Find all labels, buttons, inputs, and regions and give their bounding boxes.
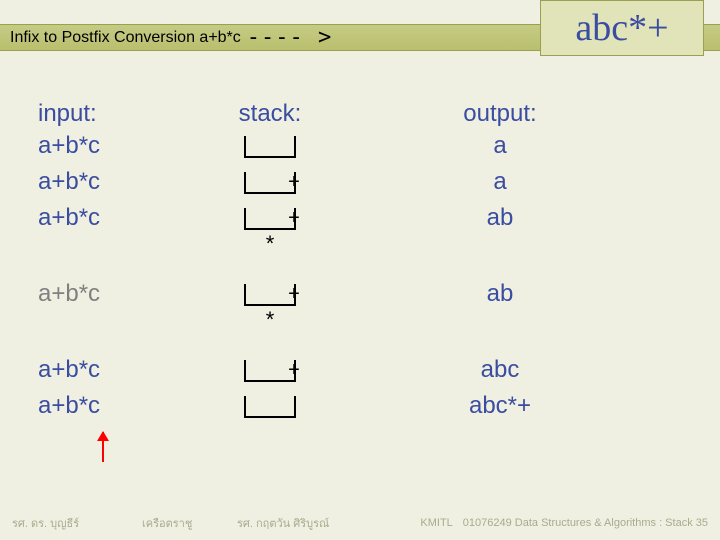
result-box: abc*+	[540, 0, 704, 56]
header-input: input:	[0, 100, 170, 128]
input-cell: a+b*c	[0, 280, 170, 308]
title-text: Infix to Postfix Conversion a+b*c	[10, 29, 241, 47]
table-row: a+b*c abc*+	[0, 392, 720, 420]
footer: รศ. ดร. บุญธีร์ เครือตราชู รศ. กฤตวัน ศิ…	[0, 514, 720, 532]
footer-author2: รศ. กฤตวัน ศิริบูรณ์	[237, 514, 403, 532]
stack-cell: + *	[170, 204, 370, 256]
stack-tray	[244, 396, 296, 418]
table-row: a+b*c a	[0, 132, 720, 160]
output-cell: abc	[370, 356, 630, 384]
stack-symbol: +	[270, 360, 318, 380]
content: input: stack: output: a+b*c a a+b*c + a …	[0, 100, 720, 420]
stack-tray: +	[244, 172, 296, 194]
output-cell: ab	[370, 204, 630, 232]
output-cell: a	[370, 132, 630, 160]
stack-cell: +	[170, 356, 370, 384]
input-cell: a+b*c	[0, 132, 170, 160]
output-cell: abc*+	[370, 392, 630, 420]
stack-symbol: +	[270, 208, 318, 228]
input-cell: a+b*c	[0, 392, 170, 420]
stack-cell: +	[170, 168, 370, 196]
stack-below: *	[170, 232, 370, 256]
header-row: input: stack: output:	[0, 100, 720, 128]
stack-cell	[170, 392, 370, 420]
input-cell: a+b*c	[0, 168, 170, 196]
stack-tray	[244, 136, 296, 158]
table-row: a+b*c + a	[0, 168, 720, 196]
stack-symbol: +	[270, 284, 318, 304]
input-cell: a+b*c	[0, 204, 170, 232]
stack-tray: +	[244, 284, 296, 306]
stack-cell	[170, 132, 370, 160]
table-row: a+b*c + abc	[0, 356, 720, 384]
output-cell: ab	[370, 280, 630, 308]
output-cell: a	[370, 168, 630, 196]
stack-cell: + *	[170, 280, 370, 332]
input-cell: a+b*c	[0, 356, 170, 384]
result-text: abc*+	[575, 6, 668, 50]
stack-tray: +	[244, 360, 296, 382]
title-arrow: ---- >	[247, 25, 332, 50]
up-arrow-icon	[102, 432, 104, 462]
footer-course: 01076249 Data Structures & Algorithms : …	[463, 517, 708, 529]
footer-author1b: เครือตราชู	[142, 514, 237, 532]
stack-below: *	[170, 308, 370, 332]
footer-inst: KMITL	[403, 517, 463, 529]
stack-symbol: +	[270, 172, 318, 192]
header-stack: stack:	[170, 100, 370, 128]
header-output: output:	[370, 100, 630, 128]
table-row: a+b*c + * ab	[0, 204, 720, 256]
stack-tray: +	[244, 208, 296, 230]
table-row: a+b*c + * ab	[0, 280, 720, 332]
footer-author1: รศ. ดร. บุญธีร์	[12, 514, 142, 532]
